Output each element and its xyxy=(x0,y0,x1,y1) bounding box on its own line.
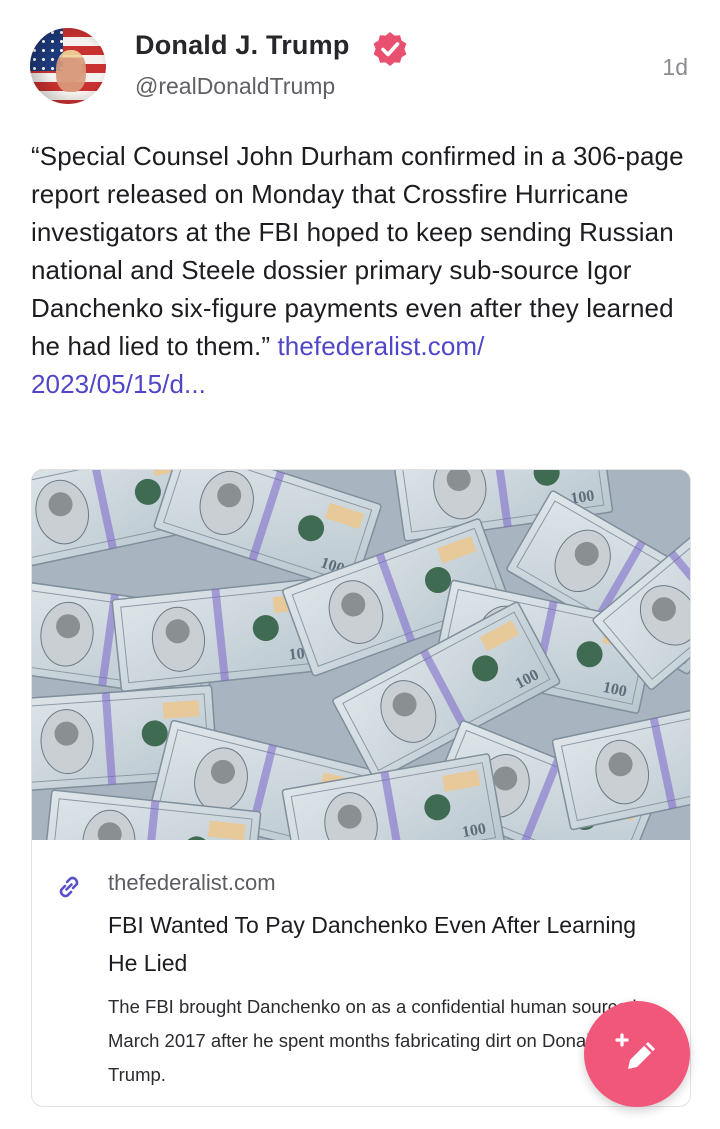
link-domain: thefederalist.com xyxy=(108,870,276,895)
author-avatar[interactable] xyxy=(30,28,106,104)
post-body: “Special Counsel John Durham confirmed i… xyxy=(31,141,684,361)
compose-pencil-icon xyxy=(615,1033,655,1069)
author-handle[interactable]: @realDonaldTrump xyxy=(135,73,335,100)
post: Donald J. Trump @realDonaldTrump 1d “Spe… xyxy=(0,0,720,1129)
compose-button[interactable] xyxy=(584,1001,690,1107)
link-preview-card[interactable]: 100 xyxy=(31,469,691,1107)
money-illustration: 100 xyxy=(32,470,690,840)
post-timestamp[interactable]: 1d xyxy=(662,54,688,81)
verified-badge-icon xyxy=(373,32,407,66)
hundred-dollar-bills-image[interactable]: 100 xyxy=(32,470,690,840)
link-description: The FBI brought Danchenko on as a confid… xyxy=(108,996,647,1085)
link-title[interactable]: FBI Wanted To Pay Danchenko Even After L… xyxy=(108,906,668,982)
author-name[interactable]: Donald J. Trump xyxy=(135,30,350,61)
post-text: “Special Counsel John Durham confirmed i… xyxy=(31,137,691,403)
link-icon xyxy=(59,876,79,898)
